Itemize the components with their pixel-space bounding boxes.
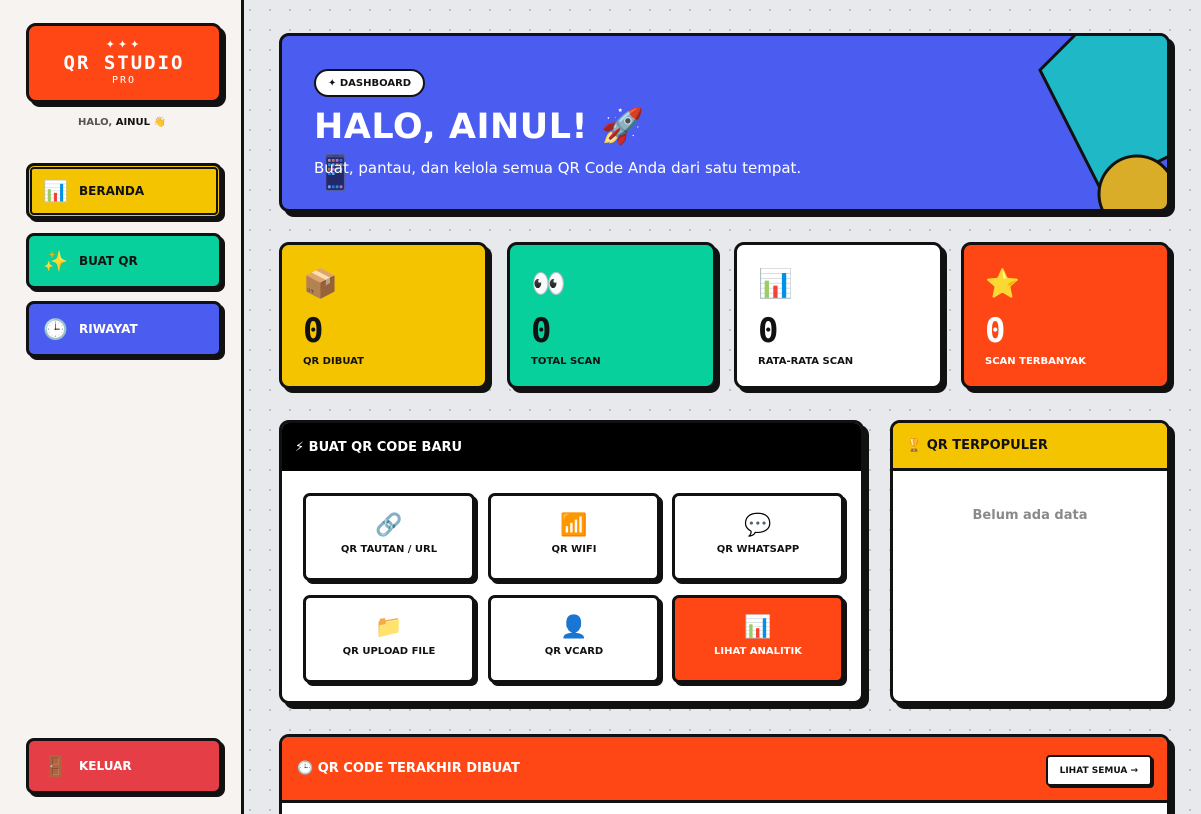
recent-qr-panel: 🕒 QR CODE TERAKHIR DIBUAT LIHAT SEMUA → bbox=[279, 734, 1170, 814]
greeting-prefix: HALO, bbox=[78, 117, 116, 128]
link-icon: 🔗 bbox=[375, 513, 403, 538]
dashboard-badge: ✦ DASHBOARD bbox=[314, 69, 426, 97]
user-name: AINUL bbox=[115, 117, 151, 128]
star-icon: ⭐ bbox=[985, 267, 1020, 300]
logout-label: KELUAR bbox=[79, 759, 132, 773]
popular-qr-panel: 🏆 QR TERPOPULER Belum ada data bbox=[890, 420, 1170, 704]
sidebar-item-beranda[interactable]: 📊 BERANDA bbox=[26, 163, 222, 219]
empty-state-text: Belum ada data bbox=[972, 508, 1088, 523]
logo-title: QR STUDIO bbox=[63, 52, 185, 74]
sidebar-item-riwayat[interactable]: 🕒 RIWAYAT bbox=[26, 301, 222, 357]
stat-value: 0 bbox=[531, 311, 552, 351]
stat-value: 0 bbox=[758, 311, 779, 351]
chart-icon: 📊 bbox=[744, 615, 772, 640]
sidebar-item-label: BERANDA bbox=[79, 184, 145, 198]
stat-card-rata-rata-scan: 📊 0 RATA-RATA SCAN bbox=[734, 242, 943, 389]
stat-card-qr-dibuat: 📦 0 QR DIBUAT bbox=[279, 242, 488, 389]
logo-stars: ✦✦✦ bbox=[105, 38, 143, 51]
stat-value: 0 bbox=[985, 311, 1006, 351]
option-label: LIHAT ANALITIK bbox=[714, 646, 802, 657]
eyes-icon: 👀 bbox=[531, 267, 566, 300]
stat-label: SCAN TERBANYAK bbox=[985, 356, 1086, 367]
stat-card-scan-terbanyak: ⭐ 0 SCAN TERBANYAK bbox=[961, 242, 1170, 389]
popular-qr-title: 🏆 QR TERPOPULER bbox=[893, 423, 1167, 471]
wave-icon: 👋 bbox=[153, 117, 166, 128]
stat-label: TOTAL SCAN bbox=[531, 356, 601, 367]
sparkles-icon: ✨ bbox=[43, 249, 68, 273]
chart-icon: 📊 bbox=[43, 179, 68, 203]
option-qr-wifi[interactable]: 📶 QR WIFI bbox=[488, 493, 660, 581]
option-qr-upload-file[interactable]: 📁 QR UPLOAD FILE bbox=[303, 595, 475, 683]
door-icon: 🚪 bbox=[43, 754, 68, 778]
chart-icon: 📊 bbox=[758, 267, 793, 300]
speech-bubble-icon: 💬 bbox=[744, 513, 772, 538]
stat-card-total-scan: 👀 0 TOTAL SCAN bbox=[507, 242, 716, 389]
user-greeting: HALO, AINUL 👋 bbox=[0, 117, 244, 128]
option-qr-vcard[interactable]: 👤 QR VCARD bbox=[488, 595, 660, 683]
clock-icon: 🕒 bbox=[43, 317, 68, 341]
page-title: HALO, AINUL! 🚀 bbox=[314, 107, 645, 147]
stat-value: 0 bbox=[303, 311, 324, 351]
sidebar: ✦✦✦ QR STUDIO PRO HALO, AINUL 👋 📊 BERAND… bbox=[0, 0, 244, 814]
option-qr-url[interactable]: 🔗 QR TAUTAN / URL bbox=[303, 493, 475, 581]
stat-label: RATA-RATA SCAN bbox=[758, 356, 854, 367]
create-qr-panel: ⚡ BUAT QR CODE BARU 🔗 QR TAUTAN / URL 📶 … bbox=[279, 420, 864, 704]
sidebar-item-buat-qr[interactable]: ✨ BUAT QR bbox=[26, 233, 222, 289]
hero-banner: ✦ DASHBOARD 📱 HALO, AINUL! 🚀 Buat, panta… bbox=[279, 33, 1170, 212]
option-label: QR WIFI bbox=[551, 544, 597, 555]
recent-qr-title: 🕒 QR CODE TERAKHIR DIBUAT bbox=[282, 737, 1167, 803]
option-label: QR VCARD bbox=[544, 646, 604, 657]
sidebar-item-label: RIWAYAT bbox=[79, 322, 138, 336]
option-qr-whatsapp[interactable]: 💬 QR WHATSAPP bbox=[672, 493, 844, 581]
wifi-icon: 📶 bbox=[560, 513, 588, 538]
view-all-button[interactable]: LIHAT SEMUA → bbox=[1045, 755, 1152, 786]
user-icon: 👤 bbox=[560, 615, 588, 640]
option-label: QR TAUTAN / URL bbox=[340, 544, 438, 555]
hero-subtitle: Buat, pantau, dan kelola semua QR Code A… bbox=[314, 159, 802, 177]
folder-icon: 📁 bbox=[375, 615, 403, 640]
stat-label: QR DIBUAT bbox=[303, 356, 364, 367]
option-label: QR UPLOAD FILE bbox=[342, 646, 436, 657]
option-lihat-analitik[interactable]: 📊 LIHAT ANALITIK bbox=[672, 595, 844, 683]
create-qr-title: ⚡ BUAT QR CODE BARU bbox=[282, 423, 861, 471]
logout-button[interactable]: 🚪 KELUAR bbox=[26, 738, 222, 794]
app-logo[interactable]: ✦✦✦ QR STUDIO PRO bbox=[26, 23, 222, 103]
option-label: QR WHATSAPP bbox=[716, 544, 800, 555]
package-icon: 📦 bbox=[303, 267, 338, 300]
logo-subtitle: PRO bbox=[111, 75, 137, 86]
sidebar-item-label: BUAT QR bbox=[79, 254, 138, 268]
